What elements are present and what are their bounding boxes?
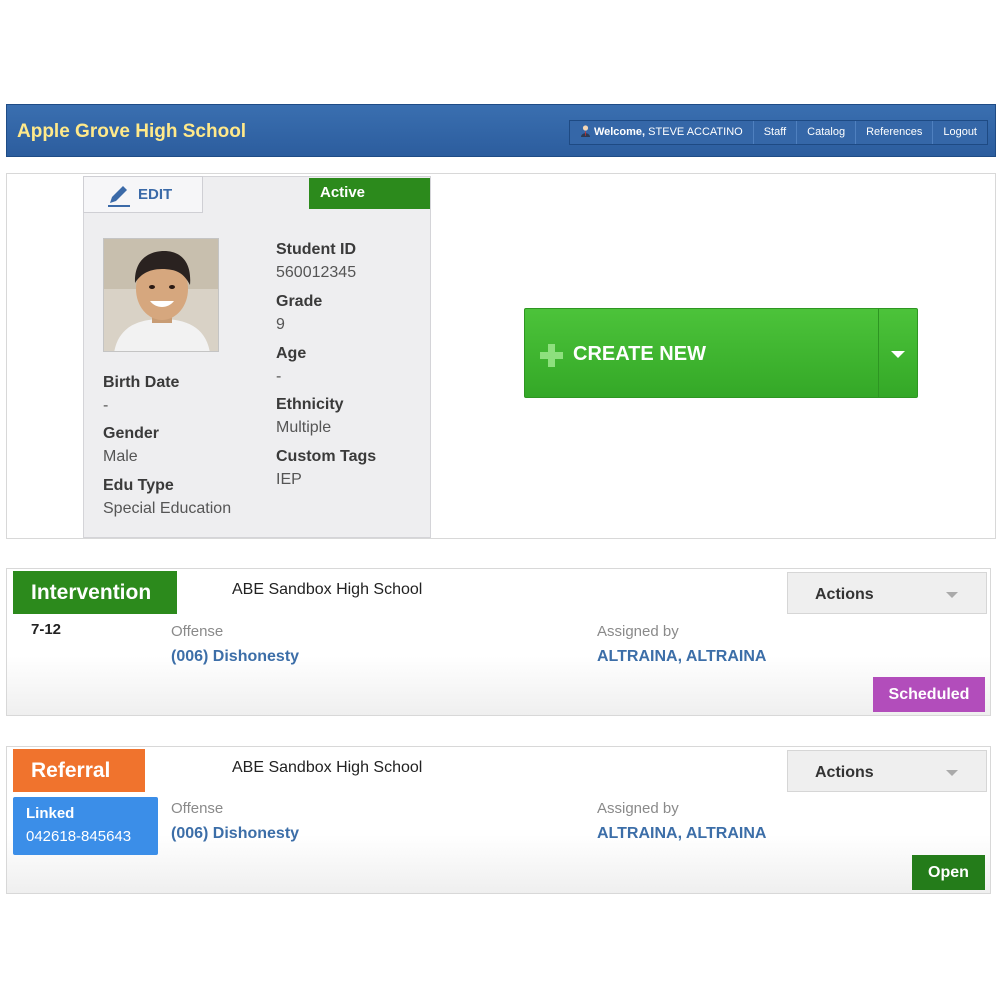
welcome-prefix: Welcome,	[593, 126, 646, 138]
chevron-down-icon	[946, 770, 958, 776]
student-photo	[103, 238, 219, 352]
linked-record[interactable]: Linked 042618-845643	[13, 797, 158, 855]
nav-references[interactable]: References	[855, 121, 932, 144]
assigned-by-label: Assigned by	[597, 800, 679, 817]
linked-label: Linked	[26, 805, 75, 822]
actions-label: Actions	[815, 764, 874, 781]
student-id-label: Student ID	[276, 241, 356, 258]
actions-label: Actions	[815, 586, 874, 603]
offense-label: Offense	[171, 623, 224, 640]
gender-label: Gender	[103, 425, 160, 442]
age-value: -	[276, 368, 282, 385]
top-nav: Welcome, STEVE ACCATINO Staff Catalog Re…	[568, 120, 988, 145]
custom-tags-value: IEP	[276, 471, 302, 488]
edu-type-value: Special Education	[103, 500, 232, 517]
status-badge: Active	[309, 178, 430, 209]
birth-date-label: Birth Date	[103, 374, 180, 391]
edit-button[interactable]: EDIT	[83, 176, 203, 213]
create-new-button[interactable]: CREATE NEW	[524, 308, 918, 398]
ethnicity-value: Multiple	[276, 419, 332, 436]
create-new-label: CREATE NEW	[573, 343, 706, 365]
nav-logout[interactable]: Logout	[932, 121, 987, 144]
plus-icon	[540, 344, 563, 367]
status-badge: Open	[912, 855, 985, 890]
grade-label: Grade	[276, 293, 323, 310]
record-type-tag: Referral	[13, 749, 145, 792]
birth-date-value: -	[103, 397, 109, 414]
record-type-tag: Intervention	[13, 571, 177, 614]
referral-record: Referral ABE Sandbox High School Actions…	[6, 746, 991, 894]
split-divider	[878, 309, 879, 397]
assigned-by-link[interactable]: ALTRAINA, ALTRAINA	[597, 825, 766, 843]
actions-dropdown[interactable]: Actions	[787, 572, 987, 614]
user-icon	[580, 125, 590, 137]
age-label: Age	[276, 345, 307, 362]
record-school: ABE Sandbox High School	[232, 759, 423, 776]
linked-id: 042618-845643	[26, 828, 132, 845]
student-panel: EDIT Active Student ID 560012345 Grade 9…	[6, 173, 996, 539]
offense-label: Offense	[171, 800, 224, 817]
chevron-down-icon[interactable]	[891, 351, 905, 358]
nav-catalog[interactable]: Catalog	[796, 121, 855, 144]
school-name: Apple Grove High School	[17, 121, 247, 142]
student-id-value: 560012345	[276, 264, 357, 281]
student-card: EDIT Active Student ID 560012345 Grade 9…	[83, 176, 431, 538]
user-name: STEVE ACCATINO	[648, 126, 743, 138]
grade-range: 7-12	[31, 621, 62, 638]
custom-tags-label: Custom Tags	[276, 448, 377, 465]
status-badge: Scheduled	[873, 677, 985, 712]
record-school: ABE Sandbox High School	[232, 581, 423, 598]
assigned-by-link[interactable]: ALTRAINA, ALTRAINA	[597, 648, 766, 666]
nav-staff[interactable]: Staff	[752, 121, 796, 144]
welcome-user[interactable]: Welcome, STEVE ACCATINO	[570, 121, 753, 144]
ethnicity-label: Ethnicity	[276, 396, 344, 413]
top-header: Apple Grove High School Welcome, STEVE A…	[6, 104, 996, 157]
grade-value: 9	[276, 316, 285, 333]
edit-label: EDIT	[138, 186, 173, 203]
assigned-by-label: Assigned by	[597, 623, 679, 640]
intervention-record: Intervention ABE Sandbox High School Act…	[6, 568, 991, 716]
gender-value: Male	[103, 448, 138, 465]
offense-link[interactable]: (006) Dishonesty	[171, 648, 299, 666]
offense-link[interactable]: (006) Dishonesty	[171, 825, 299, 843]
chevron-down-icon	[946, 592, 958, 598]
edu-type-label: Edu Type	[103, 477, 174, 494]
actions-dropdown[interactable]: Actions	[787, 750, 987, 792]
pencil-icon	[108, 186, 130, 207]
